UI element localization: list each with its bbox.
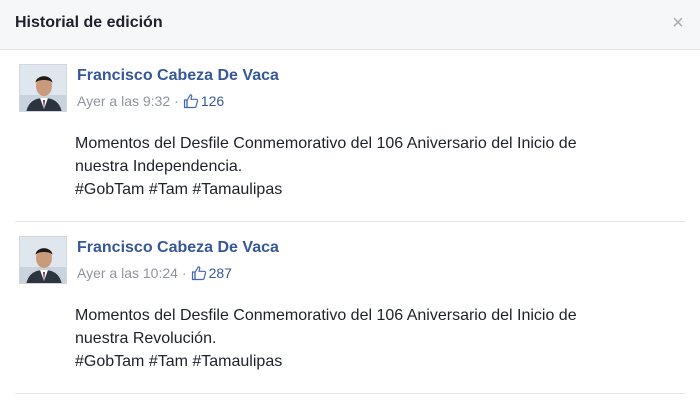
timestamp-link[interactable]: Ayer a las 10:24 bbox=[77, 265, 178, 281]
thumbs-up-icon bbox=[183, 93, 199, 109]
post-text: Momentos del Desfile Conmemorativo del 1… bbox=[75, 132, 675, 201]
post-meta: Ayer a las 10:24 · 287 bbox=[77, 265, 232, 281]
post-meta: Ayer a las 9:32 · 126 bbox=[77, 93, 224, 109]
post-text: Momentos del Desfile Conmemorativo del 1… bbox=[75, 304, 675, 373]
close-icon[interactable]: × bbox=[668, 13, 688, 33]
edit-history-dialog: Historial de edición × Francisco Cabeza … bbox=[0, 0, 700, 402]
meta-separator: · bbox=[174, 93, 179, 109]
divider bbox=[15, 393, 685, 394]
thumbs-up-icon bbox=[191, 265, 207, 281]
post-text-line: Momentos del Desfile Conmemorativo del 1… bbox=[75, 135, 577, 152]
dialog-title: Historial de edición bbox=[15, 14, 163, 31]
like-count[interactable]: 126 bbox=[201, 93, 224, 109]
like-count[interactable]: 287 bbox=[209, 265, 232, 281]
dialog-header: Historial de edición × bbox=[0, 0, 700, 50]
divider bbox=[15, 221, 685, 222]
post-text-line: nuestra Independencia. bbox=[75, 158, 243, 175]
avatar[interactable] bbox=[19, 64, 67, 112]
meta-separator: · bbox=[181, 265, 187, 281]
post-text-line: nuestra Revolución. bbox=[75, 330, 217, 347]
hashtags-line[interactable]: #GobTam #Tam #Tamaulipas bbox=[75, 178, 675, 201]
avatar[interactable] bbox=[19, 236, 67, 284]
author-name-link[interactable]: Francisco Cabeza De Vaca bbox=[77, 67, 279, 85]
post-text-line: Momentos del Desfile Conmemorativo del 1… bbox=[75, 307, 577, 324]
author-name-link[interactable]: Francisco Cabeza De Vaca bbox=[77, 239, 279, 257]
hashtags-line[interactable]: #GobTam #Tam #Tamaulipas bbox=[75, 350, 675, 373]
timestamp-link[interactable]: Ayer a las 9:32 bbox=[77, 93, 170, 109]
